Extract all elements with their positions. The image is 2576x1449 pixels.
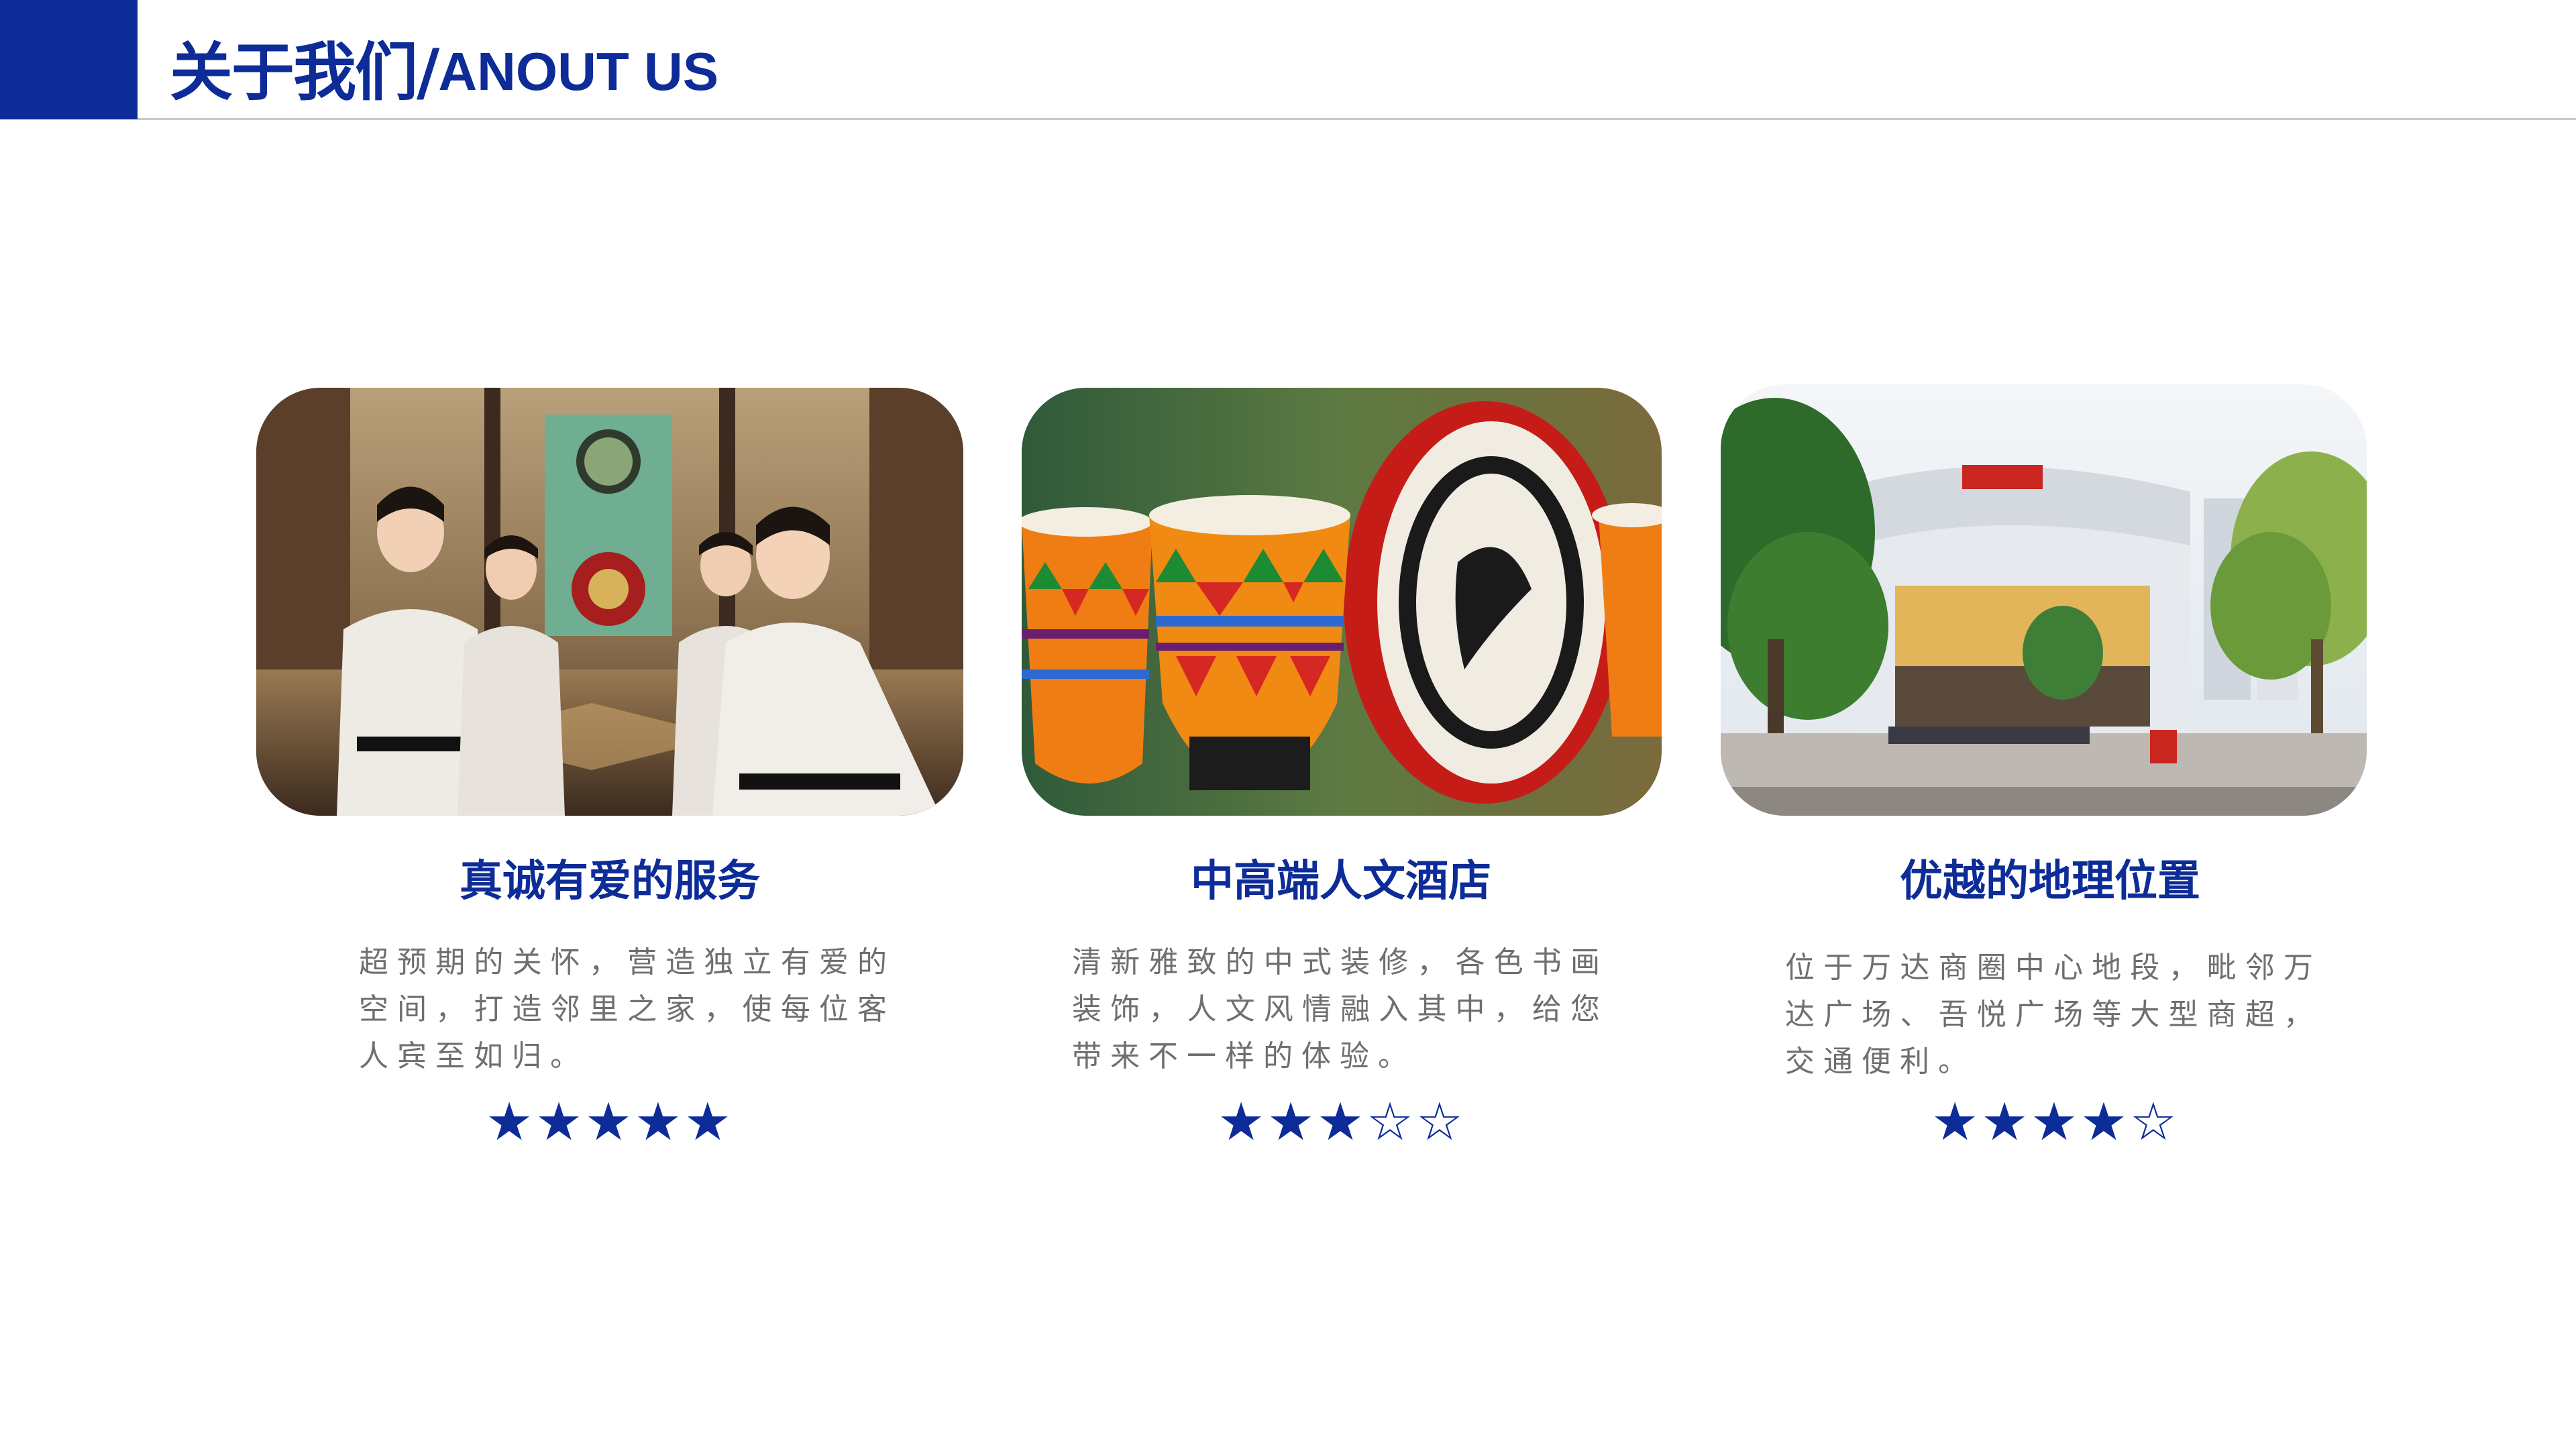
header-corner-block (0, 0, 138, 119)
card-image-location (1721, 384, 2367, 816)
card-rating-stars-service: ★★★★★ (486, 1092, 734, 1152)
page-title-cn: 关于我们/ (170, 36, 439, 109)
card-title-culture: 中高端人文酒店 (1191, 857, 1491, 906)
card-title-service: 真诚有爱的服务 (460, 857, 760, 906)
card-description-culture: 清新雅致的中式装修，各色书画装饰，人文风情融入其中，给您带来不一样的体验。 (1072, 945, 1609, 1073)
card-description-location: 位于万达商圈中心地段，毗邻万达广场、吾悦广场等大型商超，交通便利。 (1785, 951, 2322, 1079)
card-rating-stars-culture: ★★★☆☆ (1218, 1092, 1466, 1152)
page-title-en: ANOUT US (438, 42, 719, 101)
header-divider (138, 118, 2576, 120)
page-title: 关于我们/ ANOUT US (170, 27, 719, 109)
card-title-location: 优越的地理位置 (1900, 857, 2200, 906)
card-rating-stars-location: ★★★★☆ (1931, 1092, 2180, 1152)
card-image-service (256, 388, 963, 816)
card-description-service: 超预期的关怀，营造独立有爱的空间，打造邻里之家，使每位客人宾至如归。 (359, 945, 896, 1073)
card-image-culture (1022, 388, 1662, 816)
